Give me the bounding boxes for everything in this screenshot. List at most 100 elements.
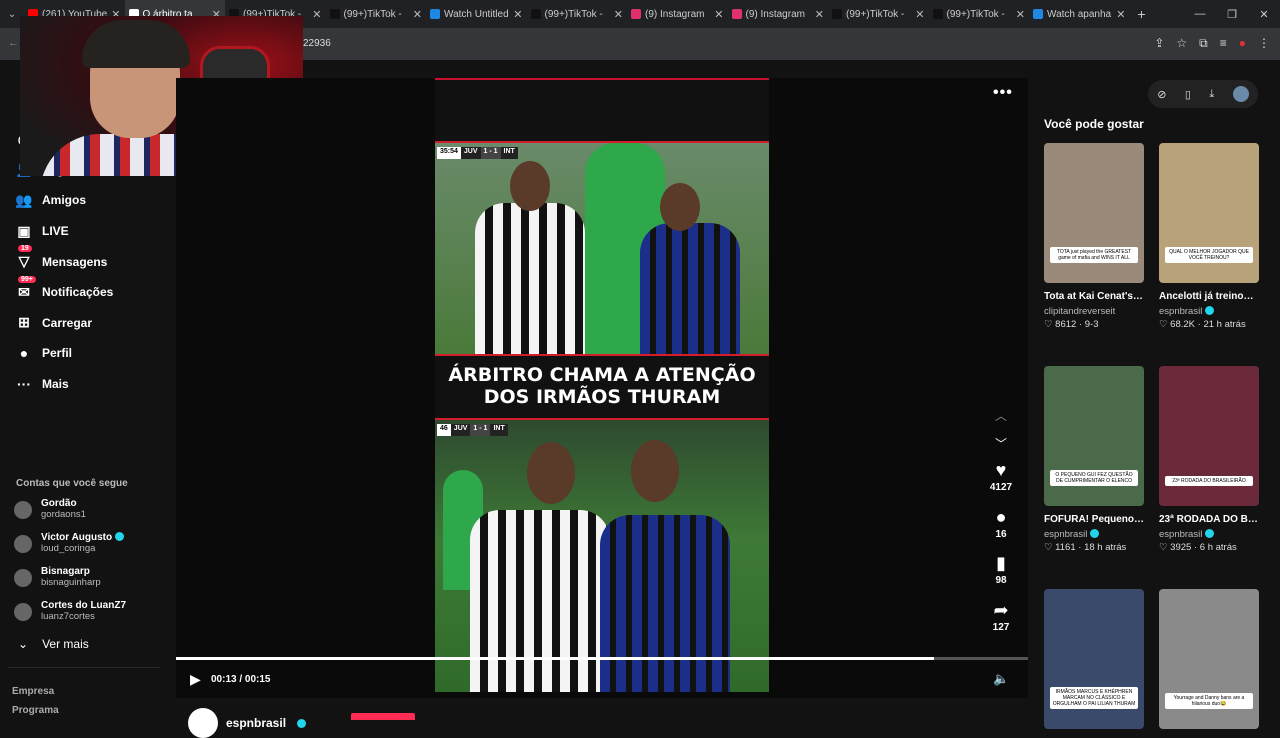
back-icon[interactable]: ←: [8, 37, 19, 49]
sidebar-item-profile-avatar[interactable]: ● Perfil: [14, 338, 113, 369]
recommendation-card[interactable]: QUAL O MELHOR JOGADOR QUE VOCÊ TREINOU? A…: [1159, 143, 1259, 330]
bookmark-star-icon[interactable]: ☆: [1176, 36, 1187, 51]
browser-tab[interactable]: (99+)TikTok - ✕: [929, 0, 1030, 28]
recommendation-card[interactable]: IRMÃOS MARCUS E KHÉPHREN MARCAM NO CLÁSS…: [1044, 589, 1144, 729]
card-title[interactable]: Tota at Kai Cenat's maflathon 3: [1044, 289, 1144, 305]
restore-icon[interactable]: ❐: [1216, 8, 1248, 21]
sidebar-item-live[interactable]: ▣ LIVE: [14, 216, 113, 247]
video-thumbnail[interactable]: 23ª RODADA DO BRASILEIRÃO: [1159, 366, 1259, 506]
share-icon[interactable]: ➦: [986, 598, 1016, 622]
recommendation-card[interactable]: 23ª RODADA DO BRASILEIRÃO 23ª RODADA DO B…: [1159, 366, 1259, 553]
play-icon[interactable]: ▶: [190, 671, 201, 688]
footer-link-company[interactable]: Empresa: [12, 682, 59, 701]
url-text[interactable]: 22936: [303, 38, 331, 49]
browser-tab[interactable]: (9) Instagram ✕: [627, 0, 728, 28]
bookmark-icon[interactable]: ▮: [986, 551, 1016, 575]
mute-icon[interactable]: ⊘: [1157, 88, 1166, 101]
sidebar-item-message[interactable]: ▽ 19 Mensagens: [14, 245, 113, 277]
heart-action[interactable]: ♥ 4127: [986, 458, 1016, 505]
sidebar-item-label: Mais: [42, 377, 69, 392]
profile-icon[interactable]: ●: [1239, 36, 1246, 51]
divider: [8, 667, 160, 668]
user-avatar[interactable]: [1232, 86, 1249, 102]
media-control-icon[interactable]: ≡: [1220, 36, 1227, 51]
tab-favicon-icon: [731, 9, 742, 19]
recommendation-card[interactable]: TOTA just played the GREATEST game of ma…: [1044, 143, 1144, 330]
video-thumbnail[interactable]: O PEQUENO GUI FEZ QUESTÃO DE CUMPRIMENTA…: [1044, 366, 1144, 506]
tab-close-icon[interactable]: ✕: [915, 8, 924, 21]
followed-account[interactable]: Gordão gordaons1: [14, 498, 126, 532]
video-thumbnail[interactable]: QUAL O MELHOR JOGADOR QUE VOCÊ TREINOU?: [1159, 143, 1259, 283]
new-tab-button[interactable]: +: [1130, 6, 1154, 22]
profile-avatar-icon: ●: [19, 345, 29, 362]
browser-tab[interactable]: (99+)TikTok - ✕: [527, 0, 628, 28]
browser-tab[interactable]: (99+)TikTok - ✕: [326, 0, 427, 28]
recommendations-title: Você pode gostar: [1044, 117, 1144, 131]
author-row[interactable]: espnbrasil: [188, 708, 307, 738]
tab-close-icon[interactable]: ✕: [1116, 8, 1125, 21]
video-thumbnail[interactable]: TOTA just played the GREATEST game of ma…: [1044, 143, 1144, 283]
previous-video-icon[interactable]: ︿: [993, 402, 1009, 430]
followed-account[interactable]: Victor Augusto loud_coringa: [14, 532, 126, 566]
comment-icon[interactable]: ●: [986, 505, 1016, 529]
sidebar-item-friends[interactable]: 👥 Amigos: [14, 185, 113, 216]
browser-tab[interactable]: Watch Untitled ✕: [426, 0, 527, 28]
video-thumbnail[interactable]: Yourrage and Danny bans are a hilarious …: [1159, 589, 1259, 729]
tab-close-icon[interactable]: ✕: [614, 8, 623, 21]
tab-close-icon[interactable]: ✕: [513, 8, 522, 21]
card-title[interactable]: FOFURA! Pequeno Gui fiz questão de...: [1044, 512, 1144, 528]
volume-icon[interactable]: 🔈: [993, 671, 1009, 687]
comment-action[interactable]: ● 16: [986, 505, 1016, 552]
close-window-icon[interactable]: ✕: [1248, 8, 1280, 21]
friends-icon: 👥: [15, 191, 33, 208]
followed-account[interactable]: Bisnagarp bisnaguinharp: [14, 566, 126, 600]
card-author[interactable]: espnbrasil: [1044, 529, 1087, 540]
download-icon[interactable]: ⤓: [1209, 88, 1214, 101]
next-video-icon[interactable]: ﹀: [993, 430, 1009, 458]
card-title[interactable]: Ancelotti já treinou tantas lendas que..…: [1159, 289, 1259, 305]
bookmark-action[interactable]: ▮ 98: [986, 551, 1016, 598]
card-author[interactable]: espnbrasil: [1159, 306, 1202, 317]
extensions-icon[interactable]: ⧉: [1199, 36, 1208, 51]
author-avatar[interactable]: [188, 708, 218, 738]
footer-link-program[interactable]: Programa: [12, 701, 59, 720]
tab-close-icon[interactable]: ✕: [815, 8, 824, 21]
action-count: 4127: [989, 482, 1013, 493]
sidebar-item-upload[interactable]: ⊞ Carregar: [14, 308, 113, 339]
video-thumbnail[interactable]: IRMÃOS MARCUS E KHÉPHREN MARCAM NO CLÁSS…: [1044, 589, 1144, 729]
browser-menu-icon[interactable]: ⋮: [1258, 36, 1270, 51]
browser-tab[interactable]: (99+)TikTok - ✕: [828, 0, 929, 28]
card-title[interactable]: 23ª RODADA DO BRASILEIRÃO! 🔮 ...: [1159, 512, 1259, 528]
recommendation-card[interactable]: Yourrage and Danny bans are a hilarious …: [1159, 589, 1259, 729]
follow-button[interactable]: [351, 713, 415, 720]
more-options-icon[interactable]: •••: [993, 84, 1013, 102]
account-handle: bisnaguinharp: [41, 577, 101, 588]
heart-icon[interactable]: ♥: [986, 458, 1016, 482]
install-app-icon[interactable]: ⇪: [1154, 36, 1164, 51]
browser-tab[interactable]: Watch apanha ✕: [1029, 0, 1130, 28]
heart-outline-icon: ♡: [1044, 542, 1053, 553]
sidebar-item-notification[interactable]: ✉ 99+ Notificações: [14, 275, 113, 308]
tab-close-icon[interactable]: ✕: [312, 8, 321, 21]
tab-close-icon[interactable]: ✕: [714, 8, 723, 21]
tab-close-icon[interactable]: ✕: [413, 8, 422, 21]
share-action[interactable]: ➦ 127: [986, 598, 1016, 645]
followed-account[interactable]: Cortes do LuanZ7 luanz7cortes: [14, 600, 126, 634]
thumbnail-caption: 23ª RODADA DO BRASILEIRÃO: [1165, 476, 1253, 486]
card-likes: 1161: [1055, 542, 1076, 553]
author-name[interactable]: espnbrasil: [226, 716, 286, 730]
browser-tab[interactable]: (9) Instagram ✕: [728, 0, 829, 28]
video-frame[interactable]: 35:54 JUV 1 - 1 INT ÁRBITRO CHAMA A ATEN…: [435, 78, 769, 692]
sidebar-item-more-dots[interactable]: ··· Mais: [14, 369, 113, 400]
device-icon[interactable]: ▯: [1185, 88, 1191, 101]
footer-links: Empresa Programa: [12, 682, 59, 720]
recommendation-card[interactable]: O PEQUENO GUI FEZ QUESTÃO DE CUMPRIMENTA…: [1044, 366, 1144, 553]
verified-icon: [115, 532, 125, 541]
see-more-button[interactable]: ⌄ Ver mais: [18, 637, 89, 651]
time-display: 00:13 / 00:15: [211, 674, 271, 685]
card-author[interactable]: espnbrasil: [1159, 529, 1202, 540]
minimize-icon[interactable]: —: [1184, 8, 1216, 21]
card-author[interactable]: clipitandreverseit: [1044, 306, 1115, 317]
progress-bar[interactable]: [176, 657, 1028, 660]
tab-close-icon[interactable]: ✕: [1016, 8, 1025, 21]
